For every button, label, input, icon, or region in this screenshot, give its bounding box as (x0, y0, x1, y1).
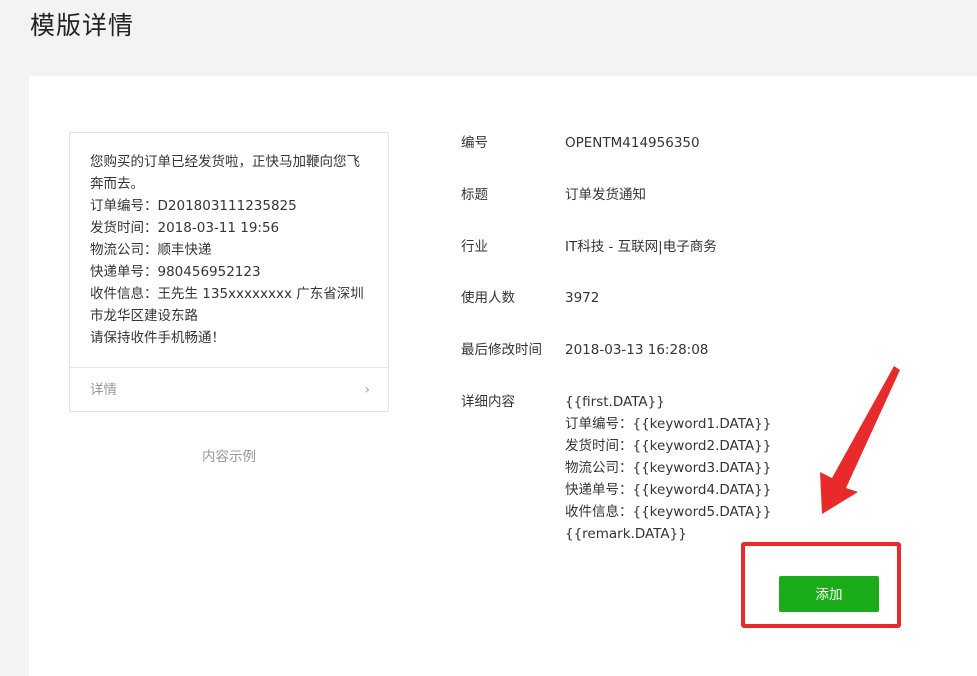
example-line: 您购买的订单已经发货啦，正快马加鞭向您飞 (90, 154, 360, 170)
example-divider (70, 367, 388, 368)
example-line: 收件信息：王先生 135xxxxxxxx 广东省深圳 (90, 286, 364, 302)
content-line: 物流公司：{{keyword3.DATA}} (565, 460, 772, 476)
example-line: 发货时间：2018-03-11 19:56 (90, 220, 280, 236)
example-line: 订单编号：D201803111235825 (90, 198, 297, 214)
info-label-content: 详细内容 (461, 394, 515, 410)
annotation-highlight-box (741, 542, 901, 628)
content-line: {{first.DATA}} (565, 394, 665, 410)
info-label-industry: 行业 (461, 239, 488, 255)
content-line: {{remark.DATA}} (565, 526, 687, 542)
content-line: 收件信息：{{keyword5.DATA}} (565, 504, 772, 520)
info-label-id: 编号 (461, 135, 488, 151)
example-line: 市龙华区建设东路 (90, 308, 198, 324)
info-value-title: 订单发货通知 (565, 187, 646, 203)
info-value-modified: 2018-03-13 16:28:08 (565, 342, 709, 358)
example-line: 奔而去。 (90, 176, 144, 192)
info-value-industry: IT科技 - 互联网|电子商务 (565, 239, 717, 255)
example-detail-link[interactable]: 详情 › (90, 379, 372, 401)
example-line: 请保持收件手机畅通！ (90, 330, 225, 346)
example-message: 您购买的订单已经发货啦，正快马加鞭向您飞 奔而去。 订单编号：D20180311… (70, 133, 388, 349)
chevron-right-icon: › (364, 382, 370, 398)
example-card: 您购买的订单已经发货啦，正快马加鞭向您飞 奔而去。 订单编号：D20180311… (69, 132, 389, 412)
page-title: 模版详情 (30, 11, 135, 40)
content-line: 快递单号：{{keyword4.DATA}} (565, 482, 772, 498)
example-line: 物流公司：顺丰快递 (90, 242, 212, 258)
example-line: 快递单号：980456952123 (90, 264, 261, 280)
example-detail-label: 详情 (90, 382, 117, 398)
content-line: 订单编号：{{keyword1.DATA}} (565, 416, 772, 432)
info-value-users: 3972 (565, 290, 600, 306)
info-value-content: {{first.DATA}} 订单编号：{{keyword1.DATA}} 发货… (565, 391, 771, 545)
content-line: 发货时间：{{keyword2.DATA}} (565, 438, 772, 454)
info-label-title: 标题 (461, 187, 488, 203)
info-value-id: OPENTM414956350 (565, 135, 700, 151)
info-label-users: 使用人数 (461, 290, 515, 306)
example-caption: 内容示例 (202, 449, 256, 465)
info-label-modified: 最后修改时间 (461, 342, 542, 358)
